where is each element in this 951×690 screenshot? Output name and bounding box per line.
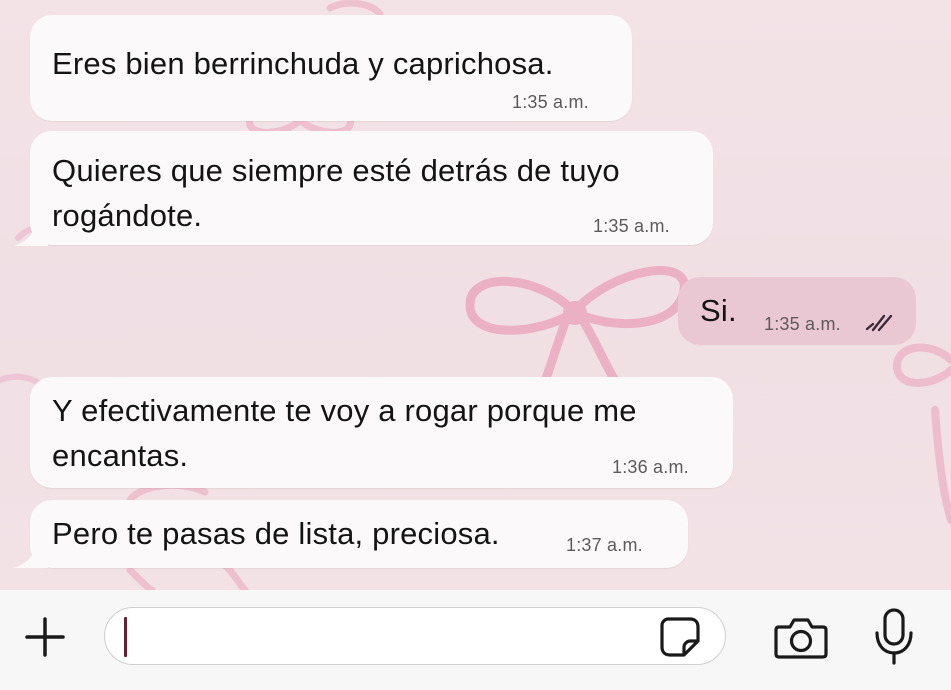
read-ticks-icon (865, 314, 893, 332)
sticker-button[interactable] (654, 612, 706, 662)
bubble-tail (14, 222, 48, 246)
message-bubble-incoming[interactable]: Eres bien berrinchuda y caprichosa. 1:35… (30, 15, 632, 121)
bubble-tail (14, 544, 48, 568)
message-text: Quieres que siempre esté detrás de tuyo (52, 153, 620, 188)
message-timestamp: 1:37 a.m. (566, 535, 643, 555)
bow-decoration (893, 343, 951, 524)
microphone-icon (875, 608, 913, 665)
message-bubble-incoming[interactable]: Pero te pasas de lista, preciosa. 1:37 a… (30, 500, 688, 568)
message-text: Eres bien berrinchuda y caprichosa. (52, 46, 554, 81)
text-cursor (124, 617, 127, 657)
message-bubble-incoming[interactable]: Y efectivamente te voy a rogar porque me… (30, 377, 733, 488)
message-timestamp: 1:35 a.m. (512, 92, 589, 112)
attach-button[interactable] (20, 612, 70, 662)
message-text: rogándote. (52, 198, 203, 233)
message-text: Pero te pasas de lista, preciosa. (52, 516, 500, 551)
message-timestamp: 1:35 a.m. (593, 216, 670, 236)
message-bubble-outgoing[interactable]: Si. 1:35 a.m. (678, 277, 916, 345)
voice-message-button[interactable] (868, 606, 920, 668)
message-text: Si. (700, 293, 737, 328)
message-text: encantas. (52, 438, 189, 473)
message-input[interactable] (104, 607, 726, 665)
sticker-icon (660, 617, 700, 657)
chat-area[interactable]: Eres bien berrinchuda y caprichosa. 1:35… (0, 0, 951, 590)
plus-icon (25, 617, 65, 657)
message-timestamp: 1:36 a.m. (612, 457, 689, 477)
message-composer (0, 590, 951, 690)
message-bubble-incoming[interactable]: Quieres que siempre esté detrás de tuyo … (30, 131, 713, 245)
message-text: Y efectivamente te voy a rogar porque me (52, 393, 637, 428)
camera-button[interactable] (772, 610, 830, 664)
message-timestamp: 1:35 a.m. (764, 314, 841, 334)
bow-decoration (0, 222, 73, 395)
camera-icon (774, 618, 828, 659)
